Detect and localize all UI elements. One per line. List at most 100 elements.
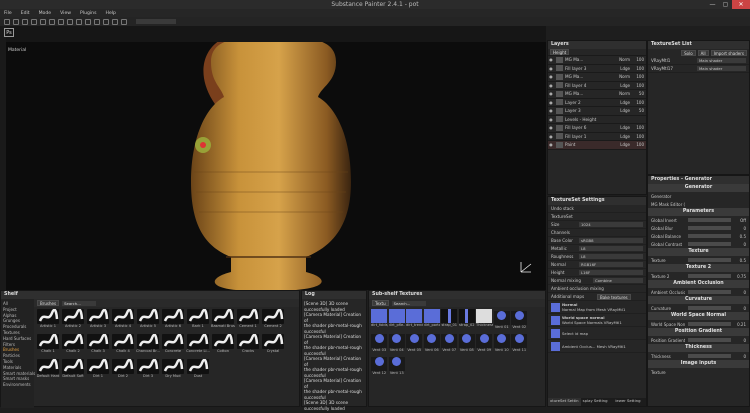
textureset-row[interactable]: VRayMtl17 Main shader — [648, 65, 749, 73]
shelf-item[interactable]: Bark 1 — [186, 308, 210, 333]
eye-icon[interactable]: ● — [548, 134, 554, 139]
layer-opacity[interactable]: 100 — [632, 57, 646, 62]
camera-icon[interactable] — [94, 18, 100, 25]
bake-textures-button[interactable]: Bake textures — [597, 293, 631, 300]
property-slider[interactable] — [688, 274, 731, 278]
property-slider[interactable] — [688, 242, 731, 246]
all-button[interactable]: All — [697, 50, 709, 56]
property-section-header[interactable]: Thickness — [648, 344, 749, 352]
additional-map-row[interactable]: Normal Normal Map from Mesh VRayMtl1 — [548, 301, 646, 314]
textureset-shader[interactable]: Main shader — [697, 66, 746, 71]
property-slider[interactable] — [688, 290, 731, 294]
layer-row[interactable]: ● MG Ma... Norm 100 — [548, 73, 646, 82]
shelf-item[interactable]: Cracks — [236, 333, 260, 358]
property-slider[interactable] — [688, 338, 731, 342]
shelf-item[interactable]: Chalk 3 — [86, 333, 110, 358]
layer-row[interactable]: ● Fill layer 3 Ldge 100 — [548, 65, 646, 73]
shelf-item[interactable]: Artistic 5 — [136, 308, 160, 333]
property-slider[interactable] — [688, 306, 731, 310]
property-value[interactable]: 0 — [734, 290, 746, 295]
layer-row[interactable]: ● MG Ma... Norm 100 — [548, 56, 646, 65]
layer-blend[interactable]: Norm — [618, 91, 632, 96]
menu-mode[interactable]: Mode — [39, 11, 52, 16]
texture-item[interactable]: Vent 06 — [423, 332, 441, 354]
texture-item[interactable]: Vent 08 — [458, 332, 476, 354]
shelf-filter-tag[interactable]: Brushes — [37, 300, 60, 306]
property-value[interactable]: 0 — [734, 306, 746, 311]
property-slider[interactable] — [688, 258, 731, 262]
shelf-item[interactable]: Default Soft — [61, 358, 85, 383]
3d-viewport[interactable] — [6, 42, 546, 290]
channel-format[interactable]: L8 — [579, 254, 643, 259]
shelf-item[interactable]: Dust — [186, 358, 210, 383]
brush-size-slider[interactable] — [136, 19, 176, 24]
property-section-header[interactable]: Generator — [648, 184, 749, 192]
layer-blend[interactable]: Ldge — [618, 142, 632, 147]
maximize-button[interactable]: ▢ — [719, 0, 732, 9]
texture-item[interactable]: dirt_portable... — [424, 309, 440, 331]
shelf-item[interactable]: Cement 2 — [261, 308, 285, 333]
property-section-header[interactable]: Texture — [648, 248, 749, 256]
property-value[interactable]: 0 — [734, 226, 746, 231]
shelf-item[interactable]: Artistic 6 — [161, 308, 185, 333]
shelf-item[interactable]: Artistic 4 — [111, 308, 135, 333]
smudge-tool-icon[interactable] — [40, 18, 46, 25]
tab-textureset-settings[interactable]: xtureSet Settin — [548, 398, 581, 406]
layer-row[interactable]: ● Fill layer 4 Ldge 100 — [548, 82, 646, 90]
property-value[interactable]: 0.5 — [734, 258, 746, 263]
property-value[interactable]: 0.21 — [734, 322, 746, 327]
property-slider[interactable] — [688, 218, 731, 222]
property-value[interactable]: 0.75 — [734, 274, 746, 279]
layer-opacity[interactable]: 100 — [632, 83, 646, 88]
display-icon[interactable] — [121, 18, 127, 25]
layer-row[interactable]: ● Levels - Height — [548, 116, 646, 124]
texture-item[interactable]: dirt_pfle... — [389, 309, 405, 331]
property-slider[interactable] — [688, 322, 731, 326]
property-section-header[interactable]: World Space Normal — [648, 312, 749, 320]
shelf-item[interactable]: Concrete Li... — [186, 333, 210, 358]
close-button[interactable]: ✕ — [732, 0, 750, 9]
property-section-header[interactable]: Curvature — [648, 296, 749, 304]
paint-tool-icon[interactable] — [4, 18, 10, 25]
texture-item[interactable]: Vent 01 — [493, 309, 511, 331]
texture-item[interactable]: Vent 09 — [476, 332, 493, 354]
eye-icon[interactable]: ● — [548, 91, 554, 96]
property-slider[interactable] — [688, 234, 731, 238]
eye-icon[interactable]: ● — [548, 117, 554, 122]
menu-plugins[interactable]: Plugins — [80, 11, 96, 16]
eye-icon[interactable]: ● — [548, 100, 554, 105]
layer-blend[interactable]: Ldge — [618, 125, 632, 130]
additional-map-row[interactable]: Ambient Occlus... Mesh VRayMtl1 — [548, 340, 646, 353]
property-value[interactable]: 0.5 — [734, 234, 746, 239]
shelf-item[interactable]: Cement 1 — [236, 308, 260, 333]
texture-item[interactable]: strap_02 — [458, 309, 476, 331]
shelf-search-input[interactable]: Search... — [62, 300, 97, 306]
menu-edit[interactable]: Edit — [21, 11, 30, 16]
property-section-header[interactable]: Image inputs — [648, 360, 749, 368]
texture-item[interactable]: dirt_trend... — [406, 309, 423, 331]
property-slider[interactable] — [688, 226, 731, 230]
layer-blend[interactable]: Norm — [618, 57, 632, 62]
eraser-tool-icon[interactable] — [13, 18, 19, 25]
layer-row[interactable]: ● Layer 2 Ldge 100 — [548, 99, 646, 107]
layer-opacity[interactable]: 100 — [632, 134, 646, 139]
eye-icon[interactable]: ● — [548, 83, 554, 88]
layer-blend[interactable]: Norm — [618, 74, 632, 79]
polygon-fill-icon[interactable] — [58, 18, 64, 25]
shelf-item[interactable]: Dirt 3 — [136, 358, 160, 383]
geometry-decal-icon[interactable] — [31, 18, 37, 25]
minimize-button[interactable]: — — [706, 0, 719, 9]
additional-map-row[interactable]: World space normal World Space Normals VR… — [548, 314, 646, 327]
photoshop-export-button[interactable]: Ps — [4, 28, 14, 37]
channel-format[interactable]: L16F — [579, 270, 643, 275]
layer-blend[interactable]: Ldge — [618, 134, 632, 139]
texture-item[interactable]: Vent 02 — [511, 309, 528, 331]
menu-view[interactable]: View — [60, 11, 71, 16]
normal-mixing-select[interactable]: Combine — [593, 278, 643, 283]
layer-opacity[interactable]: 100 — [632, 142, 646, 147]
clone-tool-icon[interactable] — [49, 18, 55, 25]
import-shaders-button[interactable]: Import shaders — [710, 50, 747, 56]
eye-icon[interactable]: ● — [548, 57, 554, 62]
eye-icon[interactable]: ● — [548, 66, 554, 71]
texture-item[interactable]: Thickness M... — [476, 309, 493, 331]
